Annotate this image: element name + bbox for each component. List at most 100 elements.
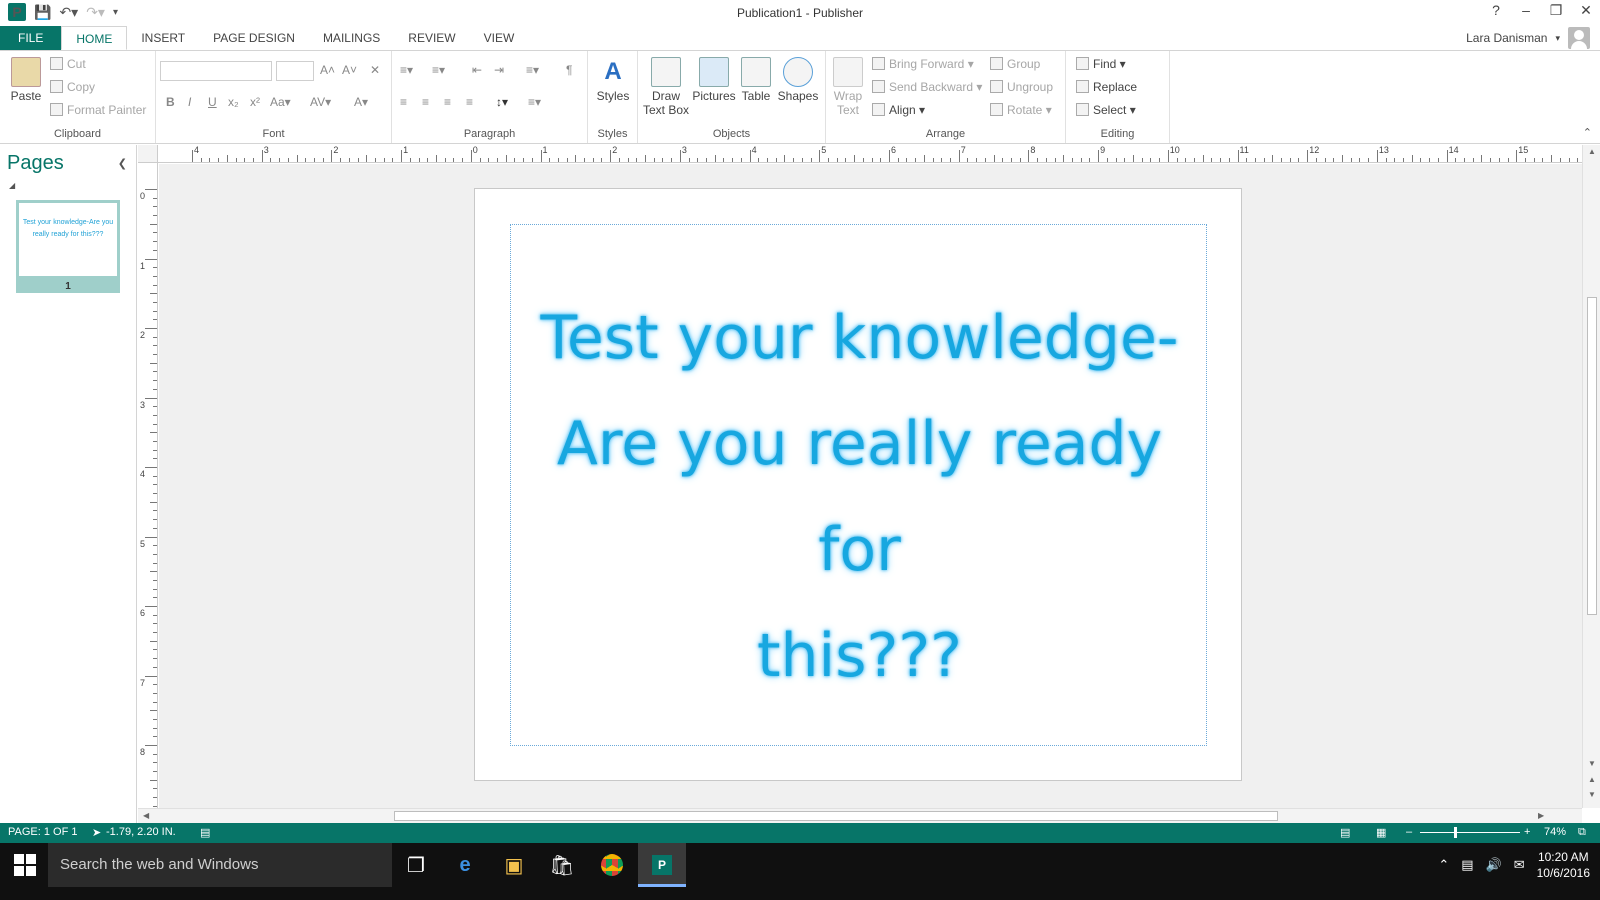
headline-text[interactable]: Test your knowledge- Are you really read… — [511, 285, 1208, 709]
show-formatting-marks-icon[interactable]: ¶ — [566, 63, 572, 77]
taskbar-search-input[interactable]: Search the web and Windows — [48, 843, 392, 887]
bold-icon[interactable]: B — [166, 95, 175, 109]
bring-forward-button[interactable]: Bring Forward ▾ — [872, 57, 974, 71]
minimize-icon[interactable]: – — [1518, 2, 1534, 19]
edge-browser-icon[interactable]: e — [451, 851, 479, 879]
tab-page-design[interactable]: PAGE DESIGN — [199, 26, 309, 50]
clear-formatting-icon[interactable]: ✕ — [370, 63, 380, 77]
tab-review[interactable]: REVIEW — [394, 26, 469, 50]
shrink-font-icon[interactable]: A˅ — [342, 63, 357, 77]
store-icon[interactable]: 🛍 — [548, 851, 576, 879]
horizontal-ruler[interactable]: 4 3 2 1 0 1 2 3 4 5 6 7 8 9 10 11 12 13 14 15 — [158, 145, 1582, 163]
help-button[interactable]: ? — [1488, 2, 1504, 19]
paragraph-spacing-icon[interactable]: ≡▾ — [528, 95, 541, 109]
italic-icon[interactable]: I — [188, 95, 191, 109]
chrome-icon[interactable] — [598, 851, 626, 879]
pictures-button[interactable]: Pictures — [692, 57, 736, 103]
replace-button[interactable]: Replace — [1076, 80, 1137, 94]
scroll-down-icon[interactable]: ▼ — [1588, 759, 1596, 768]
subscript-icon[interactable]: x₂ — [228, 95, 239, 109]
superscript-icon[interactable]: x² — [250, 95, 260, 109]
columns-icon[interactable]: ≡▾ — [526, 63, 539, 77]
tab-mailings[interactable]: MAILINGS — [309, 26, 394, 50]
rotate-button[interactable]: Rotate ▾ — [990, 103, 1052, 117]
vertical-ruler[interactable]: 0 1 2 3 4 5 6 7 8 — [138, 163, 158, 808]
tab-insert[interactable]: INSERT — [127, 26, 199, 50]
notifications-icon[interactable]: ✉ — [1514, 857, 1525, 873]
previous-page-icon[interactable]: ▲ — [1588, 775, 1596, 784]
zoom-out-icon[interactable]: – — [1406, 826, 1412, 838]
paste-button[interactable]: Paste — [8, 57, 44, 103]
two-page-view-icon[interactable]: ▦ — [1376, 826, 1386, 839]
volume-icon[interactable]: 🔊 — [1486, 857, 1502, 873]
task-view-icon[interactable]: ❐ — [402, 851, 430, 879]
font-color-icon[interactable]: A▾ — [354, 95, 368, 109]
styles-button[interactable]: A Styles — [594, 57, 632, 103]
ruler-h-tick — [1141, 158, 1143, 162]
format-painter-button[interactable]: Format Painter — [50, 103, 146, 117]
horizontal-scroll-thumb[interactable] — [394, 811, 1278, 821]
character-spacing-icon[interactable]: AV▾ — [310, 95, 331, 109]
line-spacing-icon[interactable]: ↕▾ — [496, 95, 508, 109]
align-button[interactable]: Align ▾ — [872, 103, 925, 117]
tab-home[interactable]: HOME — [61, 26, 128, 50]
file-explorer-icon[interactable]: ▣ — [500, 851, 528, 879]
vertical-scroll-thumb[interactable] — [1587, 297, 1597, 615]
align-center-icon[interactable]: ≡ — [422, 95, 429, 109]
tab-view[interactable]: VIEW — [470, 26, 529, 50]
select-button[interactable]: Select ▾ — [1076, 103, 1136, 117]
grow-font-icon[interactable]: A˄ — [320, 63, 335, 77]
network-icon[interactable]: ▤ — [1461, 857, 1473, 873]
send-backward-button[interactable]: Send Backward ▾ — [872, 80, 982, 94]
font-size-input[interactable] — [276, 61, 314, 81]
shapes-button[interactable]: Shapes — [776, 57, 820, 103]
align-left-icon[interactable]: ≡ — [400, 95, 407, 109]
copy-button[interactable]: Copy — [50, 80, 95, 94]
tab-file[interactable]: FILE — [0, 26, 62, 50]
show-hidden-icons-icon[interactable]: ⌃ — [1438, 857, 1449, 873]
find-button[interactable]: Find ▾ — [1076, 57, 1126, 71]
justify-icon[interactable]: ≡ — [466, 95, 473, 109]
collapse-ribbon-icon[interactable]: ⌃ — [1583, 126, 1592, 139]
group-button[interactable]: Group — [990, 57, 1040, 71]
zoom-in-icon[interactable]: + — [1524, 826, 1530, 838]
expand-triangle-icon[interactable]: ◢ — [9, 181, 15, 190]
horizontal-scrollbar[interactable]: ◀ ▶ — [138, 808, 1582, 823]
close-icon[interactable]: ✕ — [1578, 2, 1594, 19]
ungroup-button[interactable]: Ungroup — [990, 80, 1053, 94]
proofing-icon[interactable]: ▤ — [200, 826, 210, 839]
vertical-scrollbar[interactable]: ▲ ▼ ▲ ▼ — [1582, 145, 1600, 808]
table-button[interactable]: Table — [738, 57, 774, 103]
align-right-icon[interactable]: ≡ — [444, 95, 451, 109]
clock[interactable]: 10:20 AM 10/6/2016 — [1537, 849, 1590, 881]
next-page-icon[interactable]: ▼ — [1588, 790, 1596, 799]
change-case-icon[interactable]: Aa▾ — [270, 95, 291, 109]
fit-page-icon[interactable]: ⧉ — [1578, 826, 1586, 839]
font-name-input[interactable] — [160, 61, 272, 81]
single-page-view-icon[interactable]: ▤ — [1340, 826, 1350, 839]
underline-icon[interactable]: U — [208, 95, 217, 109]
publisher-taskbar-icon[interactable]: P — [648, 851, 676, 879]
scroll-right-icon[interactable]: ▶ — [1538, 811, 1544, 820]
windows-start-icon[interactable] — [14, 854, 36, 876]
ruler-h-tick — [1263, 158, 1265, 162]
numbering-icon[interactable]: ≡▾ — [432, 63, 445, 77]
zoom-slider[interactable] — [1420, 827, 1520, 838]
user-account[interactable]: Lara Danisman ▾ — [1466, 26, 1590, 50]
restore-icon[interactable]: ❐ — [1548, 2, 1564, 19]
draw-text-box-button[interactable]: Draw Text Box — [642, 57, 690, 117]
page-indicator[interactable]: PAGE: 1 OF 1 — [8, 826, 78, 838]
page-thumbnail[interactable]: Test your knowledge-Are you really ready… — [16, 200, 120, 293]
publication-page[interactable]: Test your knowledge- Are you really read… — [474, 188, 1242, 781]
collapse-panel-icon[interactable]: ❮ — [118, 157, 127, 170]
wrap-text-button[interactable]: Wrap Text — [830, 57, 866, 117]
decrease-indent-icon[interactable]: ⇤ — [472, 63, 482, 77]
bullets-icon[interactable]: ≡▾ — [400, 63, 413, 77]
scroll-up-icon[interactable]: ▲ — [1588, 147, 1596, 156]
canvas-area[interactable]: Test your knowledge- Are you really read… — [159, 164, 1582, 808]
cut-button[interactable]: Cut — [50, 57, 86, 71]
zoom-slider-handle[interactable] — [1454, 827, 1457, 838]
increase-indent-icon[interactable]: ⇥ — [494, 63, 504, 77]
zoom-level[interactable]: 74% — [1544, 826, 1566, 838]
scroll-left-icon[interactable]: ◀ — [143, 811, 149, 820]
